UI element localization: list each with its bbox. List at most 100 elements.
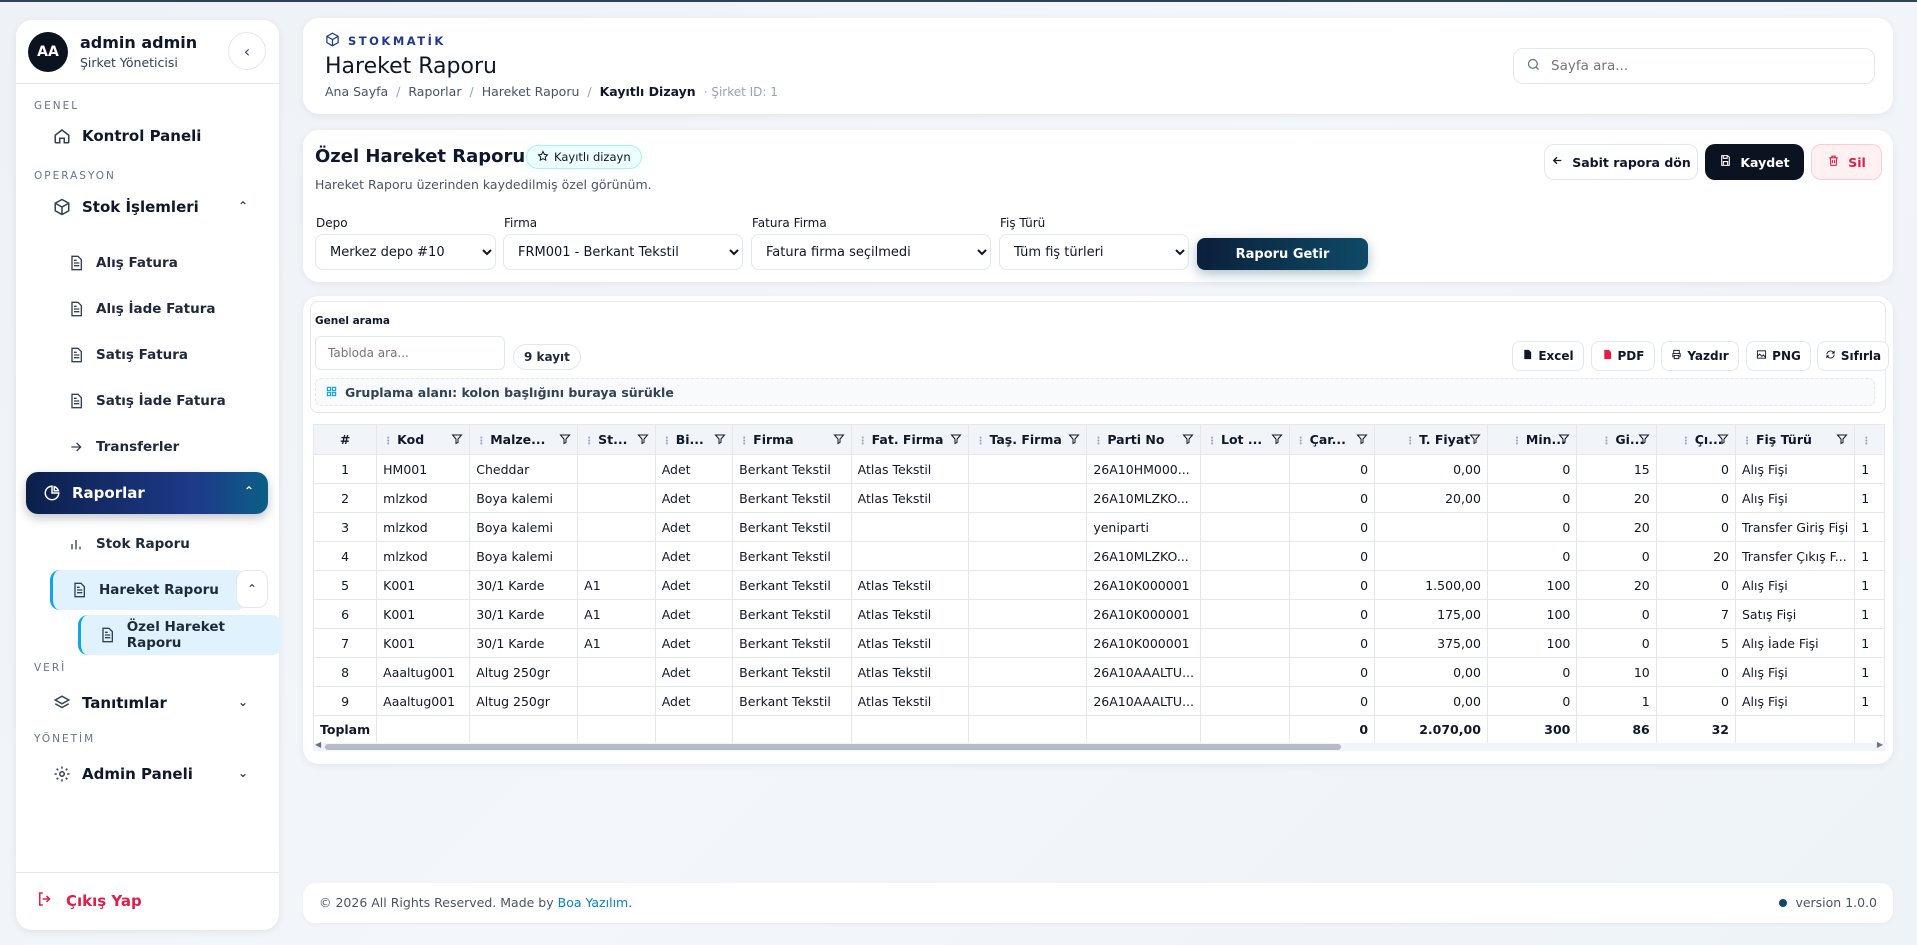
cell-cikis: 0 bbox=[1655, 657, 1736, 687]
filter-icon[interactable] bbox=[559, 433, 571, 445]
table-search-input[interactable] bbox=[315, 336, 505, 370]
col-header-overflow[interactable]: ⋮ bbox=[1854, 424, 1885, 455]
cell-carpan: 0 bbox=[1288, 483, 1376, 513]
cell-min: 0 bbox=[1486, 541, 1578, 571]
cell-birim: Adet bbox=[654, 628, 734, 658]
sidebar-item-tanimlar[interactable]: Tanıtımlar ⌄ bbox=[36, 683, 262, 723]
group-by-dropzone[interactable]: Gruplama alanı: kolon başlığını buraya s… bbox=[315, 378, 1875, 406]
sidebar-item-admin-paneli[interactable]: Admin Paneli ⌄ bbox=[36, 754, 262, 794]
col-header-cikis[interactable]: ⋮ Çı... bbox=[1655, 424, 1736, 455]
filter-icon[interactable] bbox=[1271, 433, 1283, 445]
row-index: 8 bbox=[313, 657, 378, 687]
sidebar-item-alis-fatura[interactable]: Alış Fatura bbox=[50, 243, 262, 283]
sidebar-item-alis-iade-fatura[interactable]: Alış İade Fatura bbox=[50, 289, 262, 329]
col-header-tas-firma[interactable]: ⋮ Taş. Firma bbox=[968, 424, 1088, 455]
export-excel-button[interactable]: Excel bbox=[1512, 341, 1584, 371]
horizontal-scrollbar[interactable]: ◀ ▶ bbox=[313, 740, 1885, 751]
col-header-stok[interactable]: ⋮ St... bbox=[577, 424, 656, 455]
table-row[interactable]: 1 HM001 Cheddar Adet Berkant Tekstil Atlas Te… bbox=[313, 454, 1885, 484]
table-row[interactable]: 2 mlzkod Boya kalemi Adet Berkant Tekstil Atl… bbox=[313, 483, 1885, 513]
filter-icon[interactable] bbox=[1558, 433, 1570, 445]
sidebar-item-raporlar[interactable]: Raporlar ⌃ bbox=[26, 472, 268, 514]
cell-giris: 15 bbox=[1576, 454, 1657, 484]
scroll-right-icon[interactable]: ▶ bbox=[1877, 740, 1883, 749]
avatar[interactable]: AA bbox=[28, 32, 68, 72]
col-header-fis-turu[interactable]: ⋮ Fiş Türü bbox=[1734, 424, 1856, 455]
cell-birim: Adet bbox=[654, 570, 734, 600]
col-header-parti-no[interactable]: ⋮ Parti No bbox=[1086, 424, 1201, 455]
chevron-up-icon: ⌃ bbox=[246, 582, 258, 596]
sidebar-item-satis-iade-fatura[interactable]: Satış İade Fatura bbox=[50, 381, 262, 421]
sidebar-item-stok-raporu[interactable]: Stok Raporu bbox=[50, 524, 262, 564]
cell-parti-no: 26A10HM000... bbox=[1086, 454, 1201, 484]
sidebar-item-stok-islemleri[interactable]: Stok İşlemleri ⌃ bbox=[36, 187, 262, 227]
save-button[interactable]: Kaydet bbox=[1705, 144, 1804, 180]
export-pdf-button[interactable]: PDF bbox=[1591, 341, 1655, 371]
breadcrumb-raporlar[interactable]: Raporlar bbox=[408, 84, 461, 99]
breadcrumb-current: Kayıtlı Dizayn bbox=[599, 84, 696, 99]
cell-fat-firma: Atlas Tekstil bbox=[850, 657, 970, 687]
page-search-input[interactable] bbox=[1551, 58, 1851, 74]
filter-icon[interactable] bbox=[1068, 433, 1080, 445]
record-count-badge: 9 kayıt bbox=[513, 344, 581, 370]
hareket-raporu-expand-button[interactable]: ⌃ bbox=[236, 570, 268, 608]
firma-select[interactable]: FRM001 - Berkant Tekstil bbox=[503, 234, 743, 270]
filter-icon[interactable] bbox=[714, 433, 726, 445]
table-row[interactable]: 5 K001 30/1 Karde A1 Adet Berkant Tekstil Atla… bbox=[313, 570, 1885, 600]
sidebar-item-transferler[interactable]: Transferler bbox=[50, 427, 262, 467]
sidebar-item-satis-fatura[interactable]: Satış Fatura bbox=[50, 335, 262, 375]
col-header-firma[interactable]: ⋮ Firma bbox=[732, 424, 852, 455]
depo-select[interactable]: Merkez depo #10 bbox=[315, 234, 496, 270]
filter-icon[interactable] bbox=[1638, 433, 1650, 445]
breadcrumb-hareket-raporu[interactable]: Hareket Raporu bbox=[482, 84, 580, 99]
filter-icon[interactable] bbox=[637, 433, 649, 445]
chevron-left-icon: ‹ bbox=[243, 41, 251, 61]
delete-button[interactable]: Sil bbox=[1811, 144, 1882, 180]
col-header-kod[interactable]: ⋮ Kod bbox=[376, 424, 471, 455]
table-row[interactable]: 3 mlzkod Boya kalemi Adet Berkant Tekstil yen… bbox=[313, 512, 1885, 542]
collapse-sidebar-button[interactable]: ‹ bbox=[228, 32, 266, 70]
scroll-left-icon[interactable]: ◀ bbox=[315, 740, 321, 749]
col-header-min[interactable]: ⋮ Min... bbox=[1486, 424, 1578, 455]
col-header-lot[interactable]: ⋮ Lot ... bbox=[1200, 424, 1290, 455]
page-search[interactable] bbox=[1513, 48, 1875, 84]
trash-icon bbox=[1827, 154, 1848, 170]
table-row[interactable]: 7 K001 30/1 Karde A1 Adet Berkant Tekstil Atla… bbox=[313, 628, 1885, 658]
filter-icon[interactable] bbox=[1469, 433, 1481, 445]
table-row[interactable]: 4 mlzkod Boya kalemi Adet Berkant Tekstil 26A… bbox=[313, 541, 1885, 571]
col-header-index[interactable]: # bbox=[313, 424, 378, 455]
filter-icon[interactable] bbox=[1717, 433, 1729, 445]
back-to-fixed-report-button[interactable]: Sabit rapora dön bbox=[1544, 144, 1698, 180]
print-button[interactable]: Yazdır bbox=[1661, 341, 1739, 371]
col-header-t-fiyat[interactable]: ⋮ T. Fiyat bbox=[1374, 424, 1488, 455]
sidebar-item-ozel-hareket-raporu[interactable]: Özel Hareket Raporu bbox=[78, 615, 282, 655]
filter-icon[interactable] bbox=[833, 433, 845, 445]
col-header-carpan[interactable]: ⋮ Çar... bbox=[1288, 424, 1376, 455]
saved-design-label: Kayıtlı dizayn bbox=[554, 150, 631, 164]
export-png-button[interactable]: PNG bbox=[1746, 341, 1811, 371]
filter-icon[interactable] bbox=[451, 433, 463, 445]
col-header-malzeme[interactable]: ⋮ Malze... bbox=[469, 424, 579, 455]
run-report-button[interactable]: Raporu Getir bbox=[1197, 238, 1368, 270]
fis-turu-select[interactable]: Tüm fiş türleri bbox=[999, 234, 1189, 270]
breadcrumb-ana-sayfa[interactable]: Ana Sayfa bbox=[325, 84, 388, 99]
filter-icon[interactable] bbox=[1356, 433, 1368, 445]
fatura-firma-select[interactable]: Fatura firma seçilmedi bbox=[751, 234, 991, 270]
col-header-fat-firma[interactable]: ⋮ Fat. Firma bbox=[850, 424, 970, 455]
sidebar-item-kontrol-paneli[interactable]: Kontrol Paneli bbox=[36, 116, 262, 156]
reset-button[interactable]: Sıfırla bbox=[1817, 341, 1889, 371]
logout-button[interactable]: Çıkış Yap bbox=[36, 890, 142, 912]
table-row[interactable]: 9 Aaaltug001 Altug 250gr Adet Berkant Teksti… bbox=[313, 686, 1885, 716]
col-header-giris[interactable]: ⋮ Gi... bbox=[1576, 424, 1657, 455]
total-empty bbox=[1734, 715, 1856, 744]
filter-icon[interactable] bbox=[1836, 433, 1848, 445]
table-row[interactable]: 6 K001 30/1 Karde A1 Adet Berkant Tekstil Atla… bbox=[313, 599, 1885, 629]
cell-stok bbox=[577, 686, 656, 716]
company-link[interactable]: Boa Yazılım bbox=[558, 895, 629, 910]
scrollbar-thumb[interactable] bbox=[325, 744, 1341, 750]
filter-icon[interactable] bbox=[950, 433, 963, 445]
sidebar-item-hareket-raporu[interactable]: Hareket Raporu bbox=[50, 570, 246, 610]
table-row[interactable]: 8 Aaaltug001 Altug 250gr Adet Berkant Teksti… bbox=[313, 657, 1885, 687]
filter-icon[interactable] bbox=[1182, 433, 1194, 445]
col-header-birim[interactable]: ⋮ Bi... bbox=[654, 424, 734, 455]
